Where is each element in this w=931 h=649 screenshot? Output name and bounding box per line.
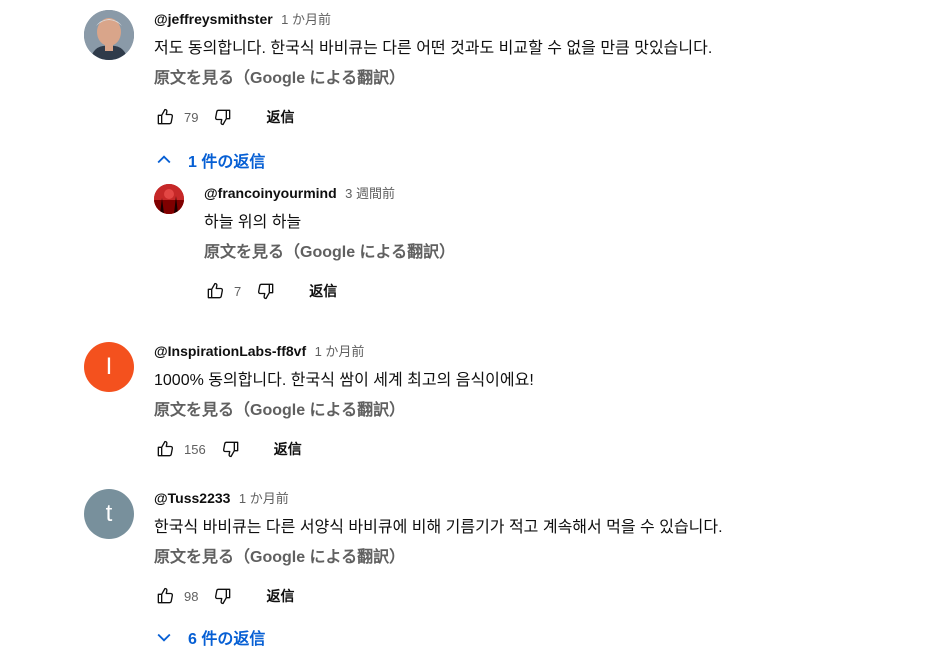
reply-button[interactable]: 返信 bbox=[309, 281, 337, 301]
thumb-down-icon bbox=[258, 283, 274, 300]
comment-actions: 98 返信 bbox=[154, 584, 723, 608]
comment-time[interactable]: 1 か月前 bbox=[315, 344, 365, 359]
comment-text: 하늘 위의 하늘 bbox=[204, 214, 302, 231]
dislike-button[interactable] bbox=[212, 585, 234, 607]
thumb-up-icon bbox=[157, 587, 174, 604]
like-button[interactable] bbox=[154, 585, 176, 607]
chevron-up-icon bbox=[157, 155, 171, 164]
thumb-down-icon bbox=[215, 109, 231, 126]
see-original-link[interactable]: 原文を見る（Google による翻訳） bbox=[154, 548, 723, 568]
comment-author[interactable]: @Tuss2233 bbox=[154, 490, 230, 506]
hide-replies-button[interactable]: 1 件の返信 bbox=[154, 148, 265, 172]
comment-author[interactable]: @InspirationLabs-ff8vf bbox=[154, 343, 306, 359]
avatar-letter: t bbox=[105, 500, 113, 527]
avatar[interactable] bbox=[84, 10, 134, 60]
like-button[interactable] bbox=[154, 106, 176, 128]
like-count: 7 bbox=[234, 283, 242, 299]
reply-button[interactable]: 返信 bbox=[266, 107, 294, 127]
comment-author[interactable]: @francoinyourmind bbox=[204, 185, 337, 201]
comment-body: @francoinyourmind 3 週間前 하늘 위의 하늘 原文を見る（G… bbox=[204, 184, 455, 303]
thumb-up-icon bbox=[157, 108, 174, 125]
see-original-link[interactable]: 原文を見る（Google による翻訳） bbox=[154, 69, 712, 89]
reply-button[interactable]: 返信 bbox=[266, 586, 294, 606]
see-original-link[interactable]: 原文を見る（Google による翻訳） bbox=[154, 401, 534, 421]
comment-header: @InspirationLabs-ff8vf 1 か月前 bbox=[154, 342, 534, 360]
comment-text: 저도 동의합니다. 한국식 바비큐는 다른 어떤 것과도 비교할 수 없을 만큼… bbox=[154, 40, 713, 57]
comment-time[interactable]: 1 か月前 bbox=[239, 491, 289, 506]
like-count: 156 bbox=[184, 441, 206, 457]
comment-actions: 156 返信 bbox=[154, 437, 534, 461]
thumb-down-icon bbox=[215, 588, 231, 605]
like-count: 79 bbox=[184, 109, 199, 125]
comment-time[interactable]: 3 週間前 bbox=[345, 186, 395, 201]
comment-body: @InspirationLabs-ff8vf 1 か月前 1000% 동의합니다… bbox=[154, 342, 534, 461]
comment-text: 한국식 바비큐는 다른 서양식 바비큐에 비해 기름기가 적고 계속해서 먹을 … bbox=[154, 519, 723, 536]
comment-actions: 79 返信 bbox=[154, 105, 712, 129]
dislike-button[interactable] bbox=[255, 280, 277, 302]
like-button[interactable] bbox=[154, 438, 176, 460]
chevron-down-icon bbox=[157, 633, 171, 642]
comment-body: @Tuss2233 1 か月前 한국식 바비큐는 다른 서양식 바비큐에 비해 … bbox=[154, 489, 723, 608]
avatar-photo bbox=[154, 184, 184, 214]
avatar[interactable]: I bbox=[84, 342, 134, 392]
avatar[interactable] bbox=[154, 184, 184, 214]
replies-toggle-label: 1 件の返信 bbox=[188, 154, 266, 171]
comment-header: @francoinyourmind 3 週間前 bbox=[204, 184, 455, 202]
reply-button[interactable]: 返信 bbox=[274, 439, 302, 459]
see-original-link[interactable]: 原文を見る（Google による翻訳） bbox=[204, 243, 455, 263]
replies-toggle-label: 6 件の返信 bbox=[188, 631, 266, 648]
comment-time[interactable]: 1 か月前 bbox=[281, 12, 331, 27]
like-count: 98 bbox=[184, 588, 199, 604]
comment-header: @jeffreysmithster 1 か月前 bbox=[154, 10, 712, 28]
avatar[interactable]: t bbox=[84, 489, 134, 539]
avatar-photo bbox=[84, 10, 134, 60]
comment-text: 1000% 동의합니다. 한국식 쌈이 세계 최고의 음식이에요! bbox=[154, 372, 534, 389]
comment-author[interactable]: @jeffreysmithster bbox=[154, 11, 273, 27]
dislike-button[interactable] bbox=[220, 438, 242, 460]
thumb-down-icon bbox=[222, 441, 239, 458]
dislike-button[interactable] bbox=[212, 106, 234, 128]
like-button[interactable] bbox=[204, 280, 226, 302]
thumb-up-icon bbox=[207, 282, 224, 299]
comment-actions: 7 返信 bbox=[204, 279, 455, 303]
show-replies-button[interactable]: 6 件の返信 bbox=[154, 625, 265, 649]
comment-header: @Tuss2233 1 か月前 bbox=[154, 489, 723, 507]
thumb-up-icon bbox=[157, 440, 174, 457]
avatar-letter: I bbox=[105, 353, 113, 380]
comment-body: @jeffreysmithster 1 か月前 저도 동의합니다. 한국식 바비… bbox=[154, 10, 712, 129]
